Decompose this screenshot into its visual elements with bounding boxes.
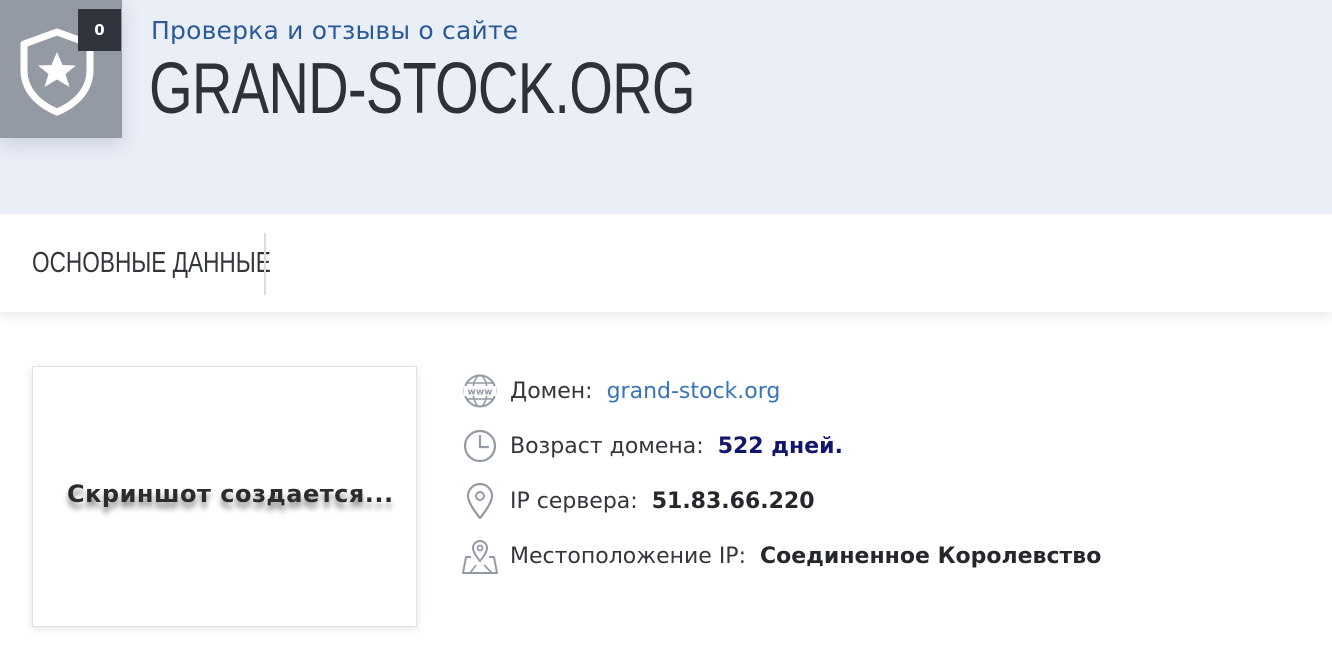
www-globe-icon: www bbox=[462, 371, 498, 411]
domain-age-value: 522 дней. bbox=[717, 433, 843, 459]
info-row-location: Местоположение IP: Соединенное Королевст… bbox=[462, 536, 1101, 576]
map-pin-icon bbox=[462, 481, 498, 521]
screenshot-status-text: Скриншот создается... bbox=[67, 480, 394, 508]
domain-link[interactable]: grand-stock.org bbox=[607, 379, 781, 404]
clock-icon bbox=[462, 426, 498, 466]
page-title: GRAND-STOCK.ORG bbox=[149, 49, 696, 129]
svg-text:www: www bbox=[468, 388, 493, 398]
tab-main-data[interactable]: ОСНОВНЫЕ ДАННЫЕ bbox=[32, 247, 271, 280]
server-ip-label: IP сервера: bbox=[510, 488, 638, 514]
ip-location-label: Местоположение IP: bbox=[510, 543, 746, 569]
page-subtitle: Проверка и отзывы о сайте bbox=[151, 16, 519, 45]
tabs-bar: ОСНОВНЫЕ ДАННЫЕ bbox=[0, 214, 1332, 312]
page: 0 Проверка и отзывы о сайте GRAND-STOCK.… bbox=[0, 0, 1332, 647]
domain-age-label: Возраст домена: bbox=[510, 433, 704, 459]
reviews-count-badge: 0 bbox=[78, 9, 121, 51]
site-header: 0 Проверка и отзывы о сайте GRAND-STOCK.… bbox=[0, 0, 1332, 214]
server-ip-value: 51.83.66.220 bbox=[651, 488, 815, 514]
info-row-age: Возраст домена: 522 дней. bbox=[462, 426, 843, 466]
map-location-icon bbox=[462, 536, 498, 576]
ip-location-value: Соединенное Королевство bbox=[759, 543, 1102, 569]
domain-label: Домен: bbox=[510, 378, 593, 404]
info-row-domain: www Домен: grand-stock.org bbox=[462, 371, 780, 411]
info-row-ip: IP сервера: 51.83.66.220 bbox=[462, 481, 815, 521]
site-screenshot-placeholder: Скриншот создается... bbox=[32, 366, 417, 627]
tab-divider bbox=[264, 233, 266, 295]
